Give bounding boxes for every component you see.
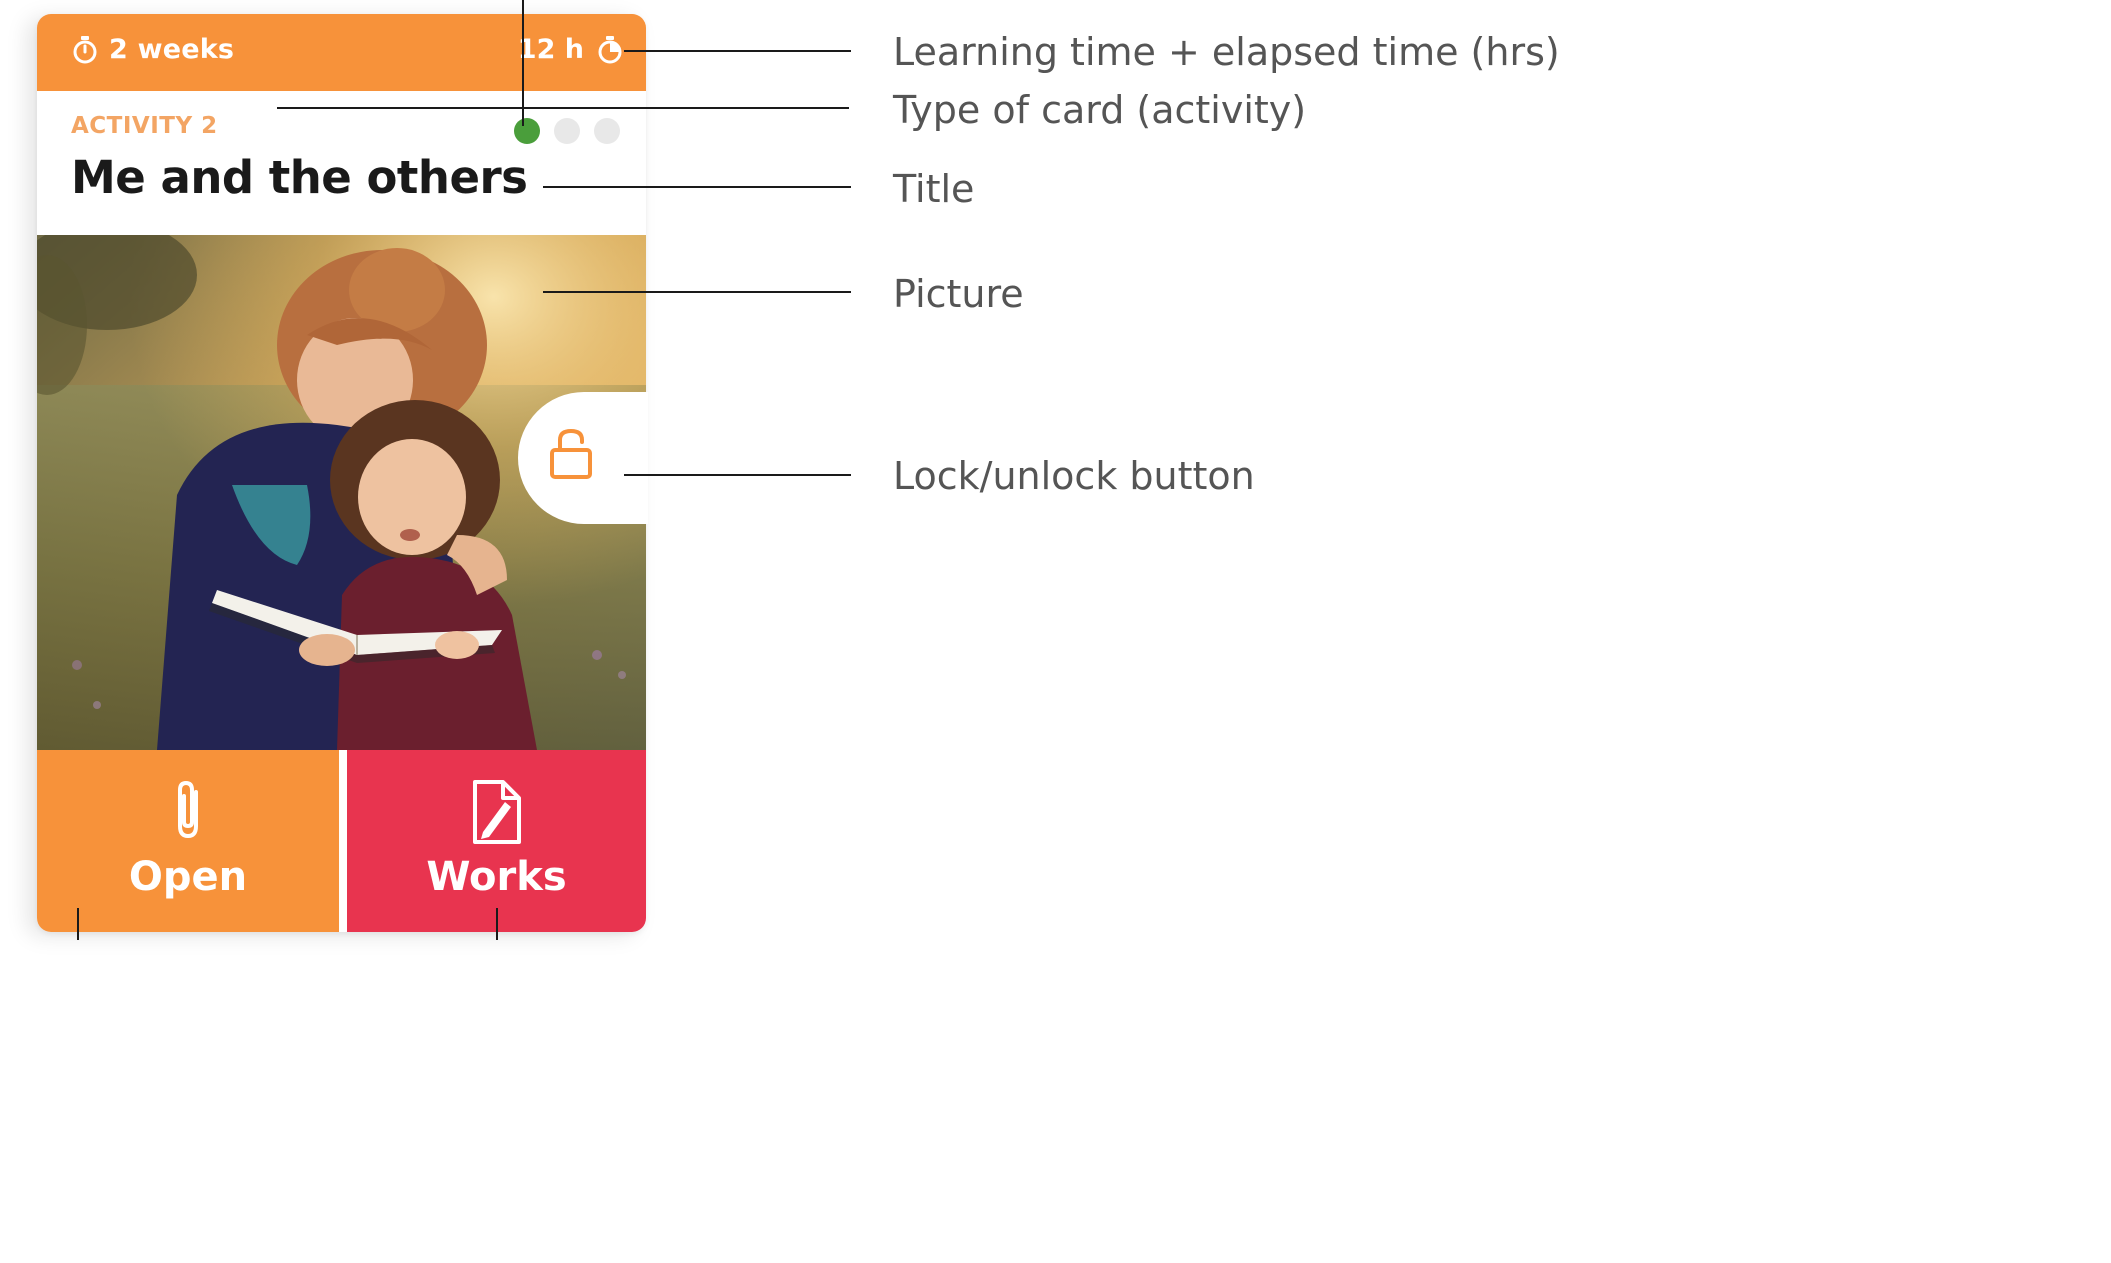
lock-leader-line xyxy=(624,474,851,476)
works-button-label: Works xyxy=(426,854,567,900)
card-diagram: 2 weeks 12 h ACTIVITY 2 Me and the other… xyxy=(0,0,1560,940)
card-footer: Open Works xyxy=(37,750,646,932)
card-title: Me and the others xyxy=(71,151,528,204)
annotation-title: Title xyxy=(893,167,975,211)
time-leader-line xyxy=(624,50,851,52)
progress-dot xyxy=(594,118,620,144)
elapsed-time: 12 h xyxy=(518,34,624,65)
open-button-label: Open xyxy=(128,854,248,900)
annotation-time: Learning time + elapsed time (hrs) xyxy=(893,30,1560,74)
works-leader-line xyxy=(496,908,498,940)
type-leader-line xyxy=(277,107,849,109)
card-type: ACTIVITY 2 xyxy=(71,113,218,139)
progress-dots xyxy=(500,118,620,144)
stopwatch-icon xyxy=(598,35,622,63)
annotation-type: Type of card (activity) xyxy=(893,88,1307,132)
annotation-picture: Picture xyxy=(893,272,1024,316)
stopwatch-icon xyxy=(73,35,97,63)
progress-dot-active xyxy=(514,118,540,144)
document-pencil-icon xyxy=(472,780,521,844)
annotation-lock: Lock/unlock button xyxy=(893,454,1255,498)
elapsed-text: 12 h xyxy=(517,34,584,65)
footer-divider xyxy=(339,750,347,932)
picture-leader-line xyxy=(543,291,851,293)
paperclip-icon xyxy=(178,781,198,838)
works-button[interactable]: Works xyxy=(347,750,646,932)
lock-open-icon xyxy=(550,428,592,479)
open-leader-line xyxy=(77,908,79,940)
title-leader-line xyxy=(543,186,851,188)
progress-dot xyxy=(554,118,580,144)
lock-unlock-button[interactable] xyxy=(518,392,648,524)
card-title-area: ACTIVITY 2 Me and the others xyxy=(37,91,646,235)
duration-text: 2 weeks xyxy=(109,34,235,65)
open-button[interactable]: Open xyxy=(37,750,339,932)
card-header: 2 weeks 12 h xyxy=(37,14,646,91)
learning-time: 2 weeks xyxy=(71,34,234,65)
